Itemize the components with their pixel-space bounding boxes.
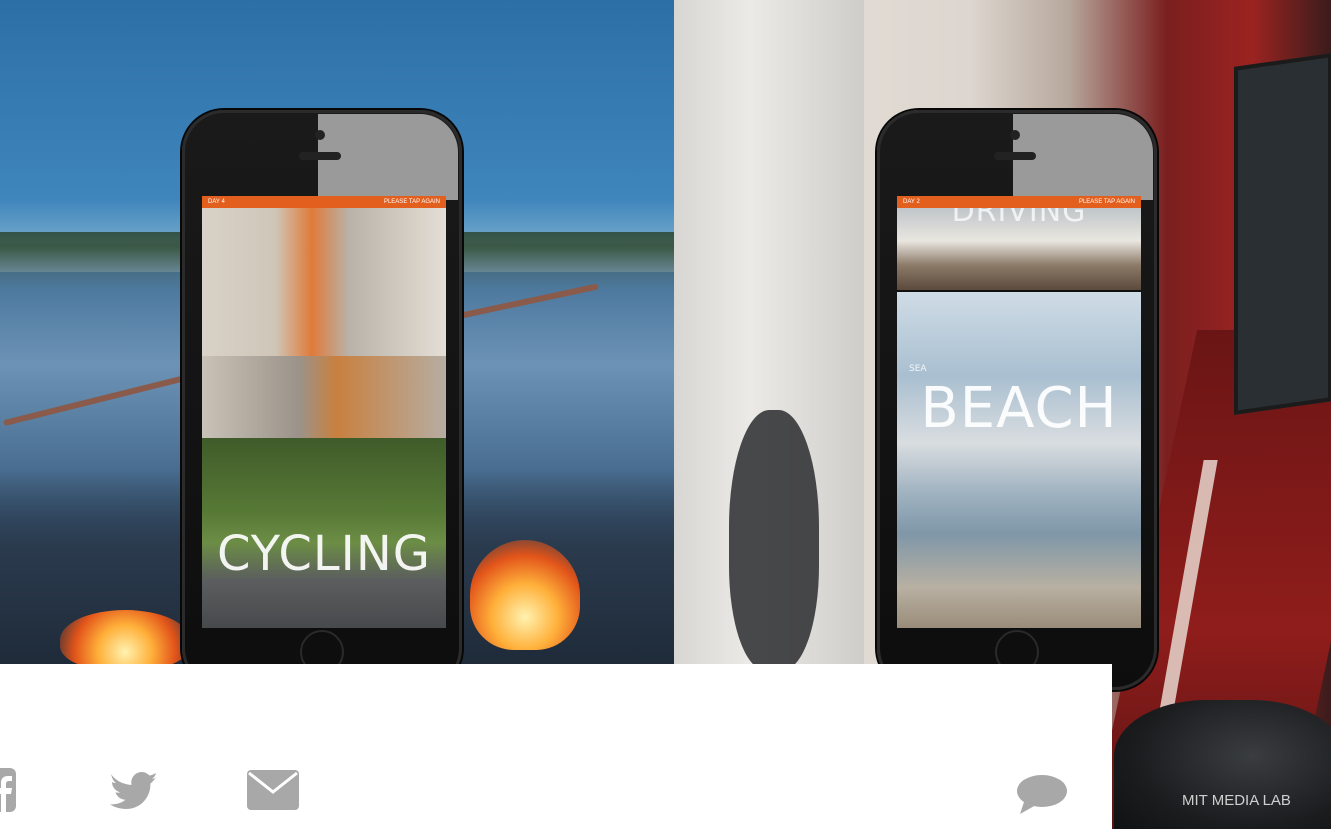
photo-panel-stairs-reflection[interactable]	[202, 356, 446, 438]
status-bar: DAY 4 PLEASE TAP AGAIN	[202, 196, 446, 208]
credit-label: MIT MEDIA LAB	[1182, 792, 1291, 809]
photo-panel-stairs[interactable]	[202, 208, 446, 356]
truck-shadow	[729, 410, 819, 670]
envelope-icon[interactable]	[247, 770, 299, 810]
speaker-grille	[299, 152, 341, 160]
status-bar: DAY 2 PLEASE TAP AGAIN	[897, 196, 1141, 208]
status-day: DAY 2	[903, 199, 920, 205]
foreground-object	[1114, 700, 1331, 829]
driving-label: DRIVING	[951, 208, 1087, 229]
campfire-flame	[470, 540, 580, 650]
comment-icon[interactable]	[1016, 774, 1068, 814]
sea-label: SEA	[909, 364, 927, 374]
twitter-icon[interactable]	[109, 770, 158, 810]
phone-left-screen: DAY 4 PLEASE TAP AGAIN CYCLING	[202, 196, 446, 628]
phone-left: DAY 4 PLEASE TAP AGAIN CYCLING	[182, 110, 462, 690]
camera-icon	[315, 130, 325, 140]
cycling-label: CYCLING	[217, 526, 431, 582]
phone-right-screen: DAY 2 PLEASE TAP AGAIN DRIVING SEA BEACH	[897, 196, 1141, 628]
photo-panel-driving[interactable]: DRIVING	[897, 208, 1141, 290]
photo-panel-cycling[interactable]: CYCLING	[202, 438, 446, 628]
facebook-icon[interactable]	[0, 768, 16, 812]
bus-window	[1234, 53, 1331, 415]
video-frame: DAY 4 PLEASE TAP AGAIN CYCLING DAY 2 PLE…	[0, 0, 1331, 829]
stick	[441, 283, 599, 323]
status-hint: PLEASE TAP AGAIN	[1078, 199, 1135, 205]
beach-label: BEACH	[920, 376, 1118, 441]
status-hint: PLEASE TAP AGAIN	[383, 199, 440, 205]
photo-panel-beach[interactable]: SEA BEACH	[897, 292, 1141, 628]
share-bar	[0, 664, 1112, 829]
status-day: DAY 4	[208, 199, 225, 205]
campfire-flame	[60, 610, 190, 664]
speaker-grille	[994, 152, 1036, 160]
phone-right: DAY 2 PLEASE TAP AGAIN DRIVING SEA BEACH	[877, 110, 1157, 690]
camera-icon	[1010, 130, 1020, 140]
